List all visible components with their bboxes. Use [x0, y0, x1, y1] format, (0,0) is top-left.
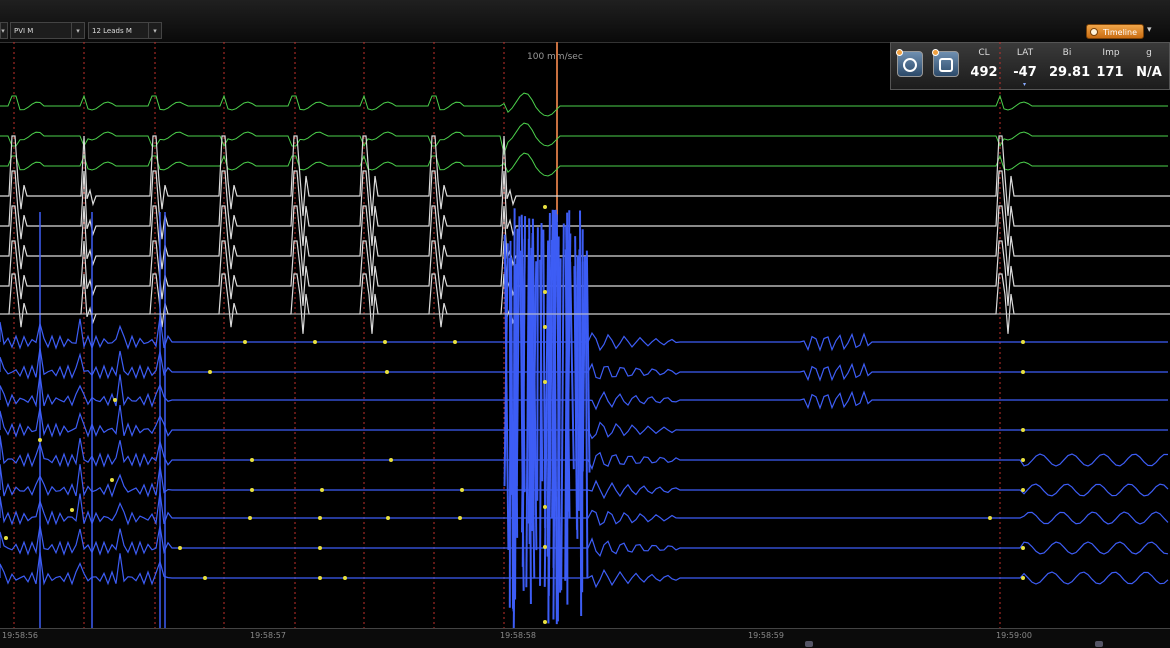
ablation-artifact	[543, 230, 545, 528]
chevron-down-icon: ▾	[148, 23, 161, 38]
time-tick: 19:59:00	[996, 631, 1032, 640]
annotation-marker	[243, 340, 247, 344]
annotation-marker	[383, 340, 387, 344]
intracardiac-channel	[0, 464, 1168, 498]
time-tick: 19:58:59	[748, 631, 784, 640]
intracardiac-channel	[0, 552, 1168, 587]
annotation-marker	[1021, 576, 1025, 580]
surface-ecg-lead	[0, 171, 1170, 246]
annotation-marker	[318, 576, 322, 580]
annotation-marker	[70, 508, 74, 512]
chevron-down-icon: ▾	[0, 23, 7, 38]
annotation-marker	[318, 546, 322, 550]
ablation-artifact	[579, 249, 580, 510]
scroll-handle[interactable]	[805, 641, 813, 647]
map-select-value: PVI M	[14, 27, 33, 35]
timeline-icon	[1090, 28, 1098, 36]
annotation-marker	[38, 438, 42, 442]
annotation-marker	[458, 516, 462, 520]
annotation-marker	[343, 576, 347, 580]
leads-select-value: 12 Leads M	[92, 27, 132, 35]
annotation-marker	[1021, 428, 1025, 432]
annotation-marker	[250, 488, 254, 492]
annotation-marker	[208, 370, 212, 374]
annotation-marker	[543, 290, 547, 294]
ablation-artifact	[513, 208, 514, 611]
chevron-down-icon: ▾	[71, 23, 84, 38]
annotation-marker	[453, 340, 457, 344]
toolbar: ▾ PVI M ▾ 12 Leads M ▾ Timeline ▾	[0, 0, 1170, 43]
annotation-marker	[4, 536, 8, 540]
annotation-marker	[543, 620, 547, 624]
surface-ecg-lead	[0, 153, 1168, 176]
ablation-artifact	[510, 258, 511, 495]
annotation-marker	[988, 516, 992, 520]
annotation-marker	[385, 370, 389, 374]
scroll-handle[interactable]	[1095, 641, 1103, 647]
annotation-marker	[543, 380, 547, 384]
ablation-artifact	[570, 262, 574, 469]
annotation-marker	[1021, 488, 1025, 492]
annotation-marker	[386, 516, 390, 520]
map-select[interactable]: PVI M ▾	[10, 22, 85, 39]
annotation-marker	[543, 545, 547, 549]
time-tick: 19:58:56	[2, 631, 38, 640]
annotation-marker	[313, 340, 317, 344]
time-tick: 19:58:58	[500, 631, 536, 640]
annotation-marker	[389, 458, 393, 462]
annotation-marker	[1021, 458, 1025, 462]
surface-ecg-lead	[0, 136, 1170, 216]
annotation-marker	[250, 458, 254, 462]
ablation-artifact	[554, 258, 556, 624]
annotation-marker	[1021, 370, 1025, 374]
timeline-button[interactable]: Timeline	[1086, 24, 1144, 39]
annotation-marker	[178, 546, 182, 550]
ablation-artifact	[561, 223, 564, 590]
surface-ecg-lead	[0, 93, 1168, 116]
left-chevron-button[interactable]: ▾	[0, 22, 8, 39]
annotation-marker	[543, 325, 547, 329]
leads-select[interactable]: 12 Leads M ▾	[88, 22, 162, 39]
ablation-artifact	[558, 236, 559, 621]
annotation-marker	[460, 488, 464, 492]
annotation-marker	[543, 505, 547, 509]
time-tick: 19:58:57	[250, 631, 286, 640]
intracardiac-channel	[0, 525, 1168, 555]
timeline-chevron-icon[interactable]: ▾	[1147, 25, 1152, 35]
annotation-marker	[248, 516, 252, 520]
annotation-marker	[318, 516, 322, 520]
annotation-marker	[113, 398, 117, 402]
intracardiac-channel	[0, 492, 1168, 525]
ablation-artifact	[537, 227, 538, 501]
annotation-marker	[203, 576, 207, 580]
annotation-marker	[320, 488, 324, 492]
ablation-artifact	[582, 262, 583, 511]
annotation-marker	[543, 205, 547, 209]
signal-traces[interactable]	[0, 42, 1170, 628]
annotation-marker	[110, 478, 114, 482]
annotation-marker	[1021, 340, 1025, 344]
time-axis[interactable]: 19:58:56 19:58:57 19:58:58 19:58:59 19:5…	[0, 628, 1170, 648]
surface-ecg-lead	[0, 123, 1168, 153]
annotation-marker	[1021, 546, 1025, 550]
timeline-label: Timeline	[1103, 28, 1137, 37]
